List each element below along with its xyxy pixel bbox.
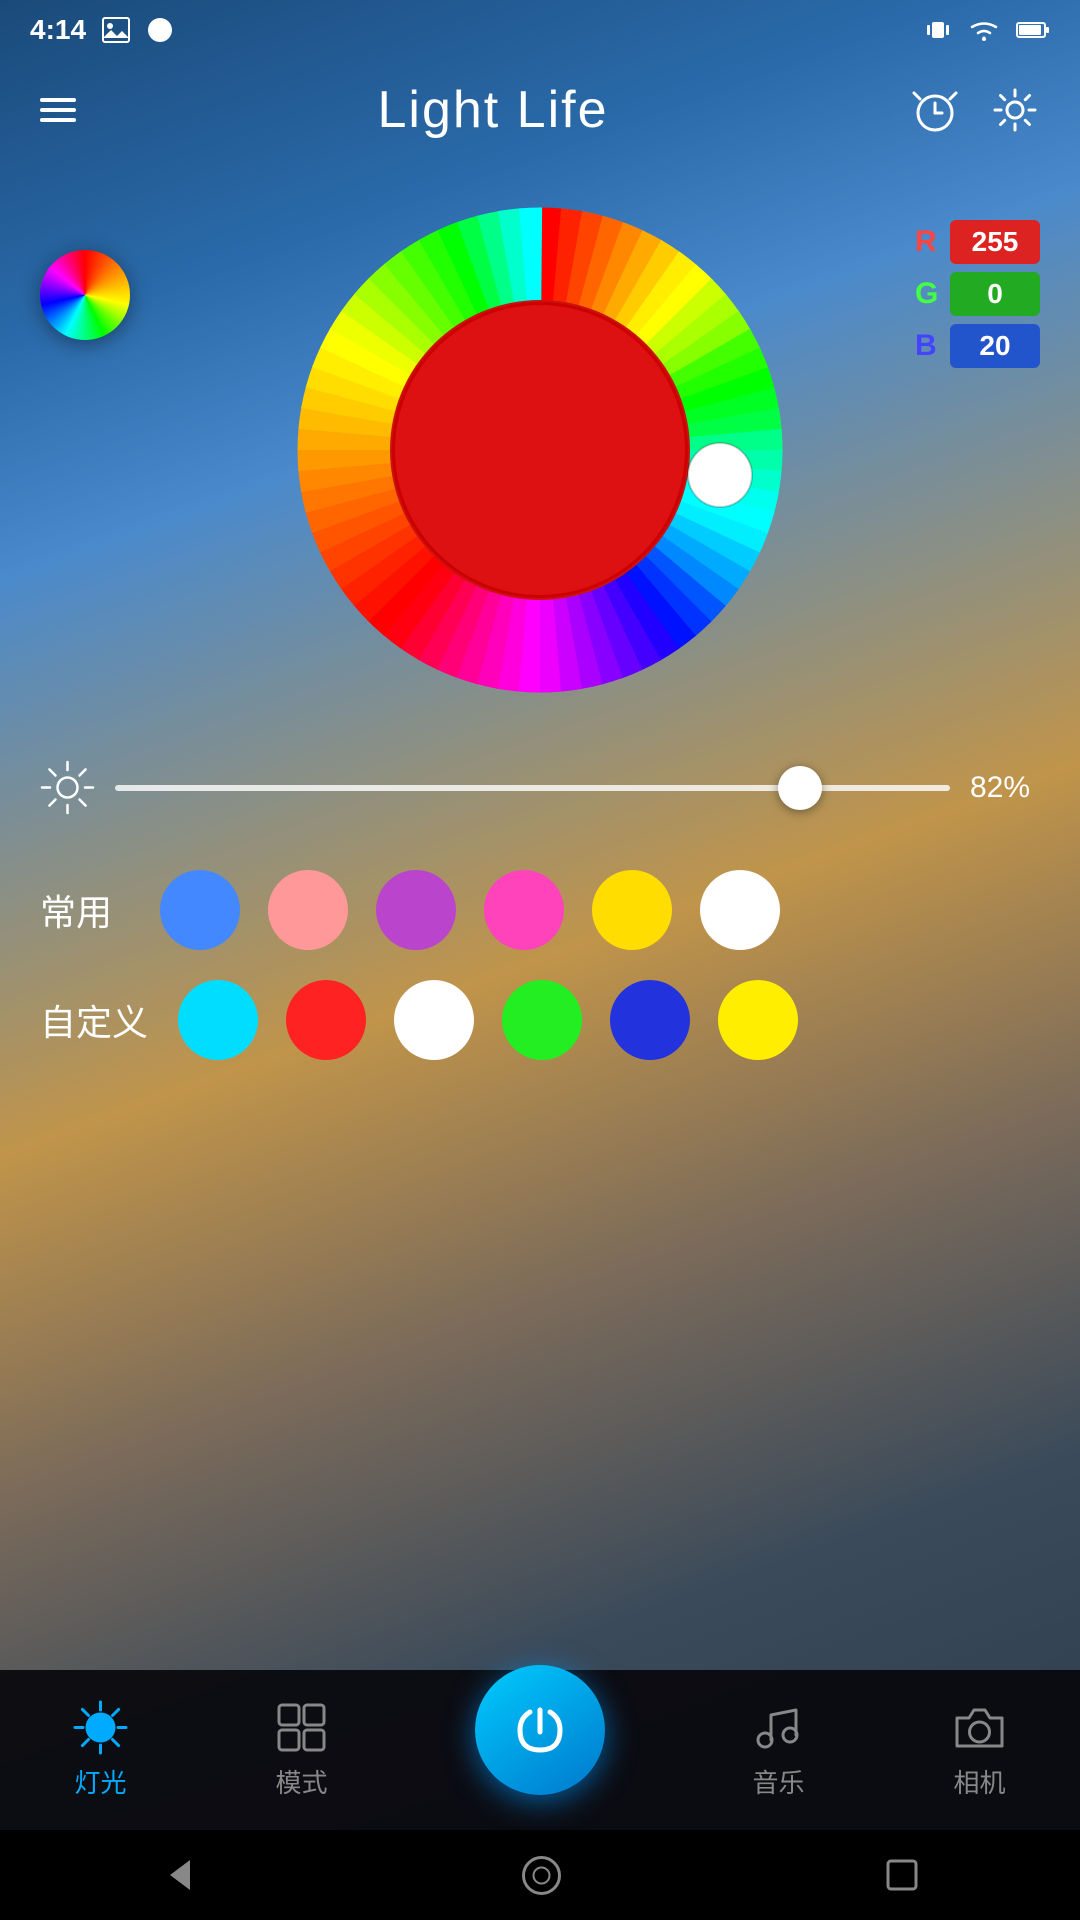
custom-colors [178, 980, 798, 1060]
center-color-fill [395, 305, 685, 595]
b-value[interactable]: 20 [950, 324, 1040, 368]
music-label: 音乐 [752, 1763, 804, 1800]
app-bar: Light Life [0, 60, 1080, 160]
nav-music[interactable]: 音乐 [751, 1700, 806, 1800]
common-label: 常用 [40, 884, 130, 936]
custom-preset-row: 自定义 [40, 980, 1040, 1060]
brightness-icon [40, 760, 95, 815]
mode-icon [274, 1700, 329, 1755]
common-color-dot-4[interactable] [592, 870, 672, 950]
common-color-dot-5[interactable] [700, 870, 780, 950]
bottom-nav: 灯光 模式 音乐 相机 [0, 1670, 1080, 1830]
r-row: R 255 [915, 220, 1040, 264]
brightness-container: 82% [40, 760, 1040, 815]
power-icon [510, 1700, 570, 1760]
status-right [924, 16, 1050, 44]
vibrate-icon [924, 16, 952, 44]
brightness-percent: 82% [970, 771, 1040, 805]
common-preset-row: 常用 [40, 870, 1040, 950]
brightness-slider[interactable] [115, 785, 950, 791]
light-label: 灯光 [74, 1763, 126, 1800]
g-value[interactable]: 0 [950, 272, 1040, 316]
back-button[interactable] [160, 1855, 200, 1895]
mode-label: 模式 [275, 1763, 327, 1800]
nav-camera[interactable]: 相机 [952, 1700, 1007, 1800]
recent-button[interactable] [883, 1856, 921, 1894]
home-button[interactable] [519, 1853, 564, 1898]
common-color-dot-0[interactable] [160, 870, 240, 950]
r-value[interactable]: 255 [950, 220, 1040, 264]
battery-icon [1016, 20, 1050, 40]
camera-icon [952, 1700, 1007, 1755]
android-nav [0, 1830, 1080, 1920]
wifi-icon [967, 16, 1001, 44]
music-icon [751, 1700, 806, 1755]
custom-label: 自定义 [40, 994, 148, 1046]
custom-color-dot-3[interactable] [502, 980, 582, 1060]
rgb-display: R 255 G 0 B 20 [915, 220, 1040, 368]
custom-color-dot-5[interactable] [718, 980, 798, 1060]
presets-container: 常用 自定义 [40, 870, 1040, 1090]
custom-color-dot-4[interactable] [610, 980, 690, 1060]
app-bar-actions [910, 85, 1040, 135]
hamburger-menu-button[interactable] [40, 92, 76, 128]
g-label: G [915, 277, 940, 311]
brightness-thumb[interactable] [778, 766, 822, 810]
b-label: B [915, 329, 940, 363]
custom-color-dot-2[interactable] [394, 980, 474, 1060]
r-label: R [915, 225, 940, 259]
g-row: G 0 [915, 272, 1040, 316]
custom-color-dot-0[interactable] [178, 980, 258, 1060]
nav-mode[interactable]: 模式 [274, 1700, 329, 1800]
settings-button[interactable] [990, 85, 1040, 135]
light-icon [73, 1700, 128, 1755]
app-title: Light Life [377, 80, 608, 140]
camera-label: 相机 [953, 1763, 1005, 1800]
color-preview-ball [40, 250, 130, 340]
nav-light[interactable]: 灯光 [73, 1700, 128, 1800]
common-color-dot-1[interactable] [268, 870, 348, 950]
circle-icon [146, 16, 174, 44]
custom-color-dot-1[interactable] [286, 980, 366, 1060]
color-selector-handle[interactable] [688, 443, 752, 507]
alarm-clock-button[interactable] [910, 85, 960, 135]
common-color-dot-3[interactable] [484, 870, 564, 950]
b-row: B 20 [915, 324, 1040, 368]
status-bar: 4:14 [0, 0, 1080, 60]
color-wheel-svg[interactable] [290, 200, 790, 700]
common-color-dot-2[interactable] [376, 870, 456, 950]
image-icon [101, 16, 131, 44]
time-display: 4:14 [30, 14, 86, 46]
color-wheel-container[interactable] [290, 200, 790, 700]
common-colors [160, 870, 780, 950]
power-button[interactable] [475, 1665, 605, 1795]
status-left: 4:14 [30, 14, 174, 46]
